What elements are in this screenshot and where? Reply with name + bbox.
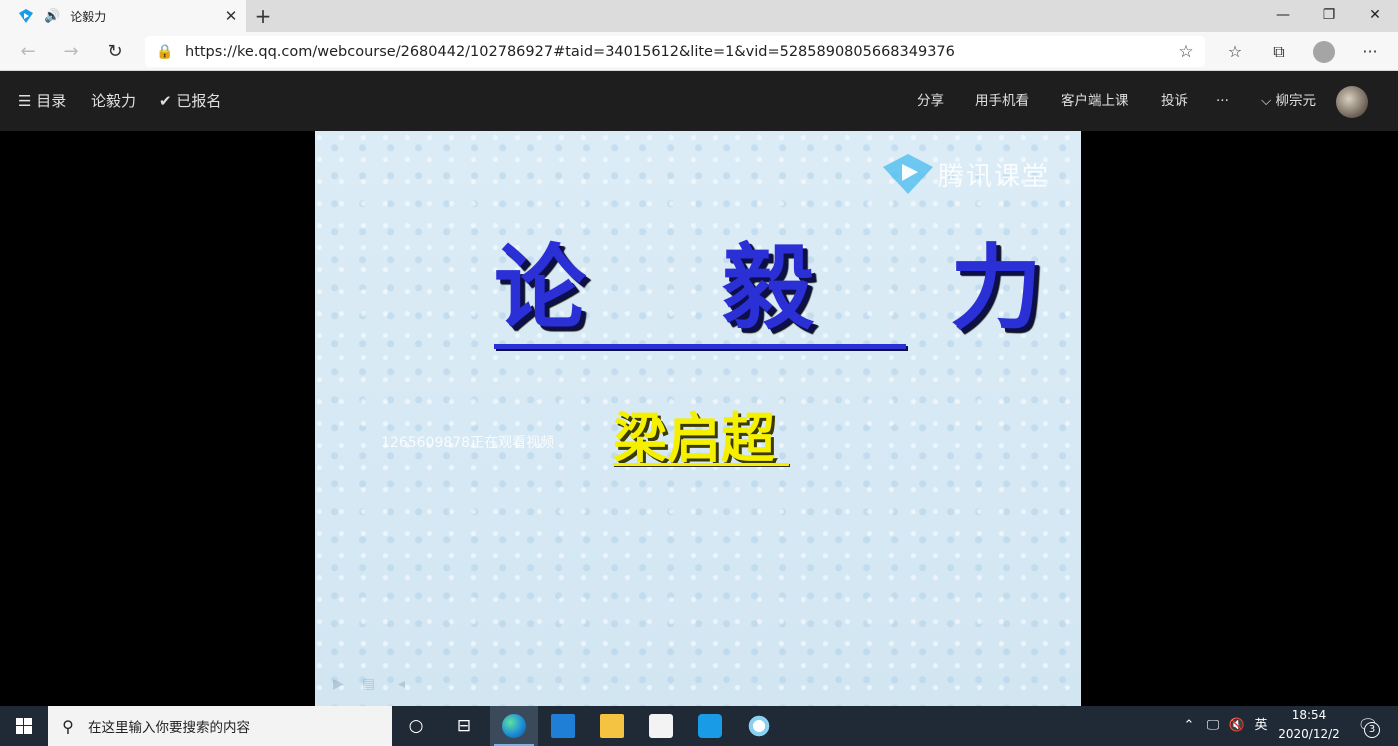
close-icon[interactable]: ✕ [1352, 0, 1398, 32]
new-tab-button[interactable]: + [250, 2, 276, 30]
browser-toolbar: ← → ↻ 🔒 https://ke.qq.com/webcourse/2680… [0, 32, 1398, 71]
mail-icon[interactable] [539, 706, 587, 746]
user-menu[interactable]: ⌵ 柳宗元 [1261, 71, 1316, 131]
tencent-classroom-app-icon[interactable] [686, 706, 734, 746]
title-underline [494, 344, 906, 349]
tab-title: 论毅力 [70, 9, 107, 24]
file-explorer-icon[interactable] [588, 706, 636, 746]
menu-label: 目录 [36, 92, 67, 110]
video-title: 论 毅 力 [494, 235, 1095, 342]
username: 柳宗元 [1275, 93, 1317, 109]
chevron-down-icon: ⌵ [1261, 93, 1272, 109]
cortana-icon[interactable]: ○ [392, 706, 440, 746]
speaker-icon[interactable]: 🔊 [44, 9, 60, 24]
enrolled-status: ✔ 已报名 [159, 71, 221, 131]
browser-tab-strip: 🔊 论毅力 ✕ + — ❐ ✕ [0, 0, 1398, 32]
enrolled-label: 已报名 [176, 92, 222, 110]
search-placeholder: 在这里输入你要搜索的内容 [88, 720, 250, 736]
url-text[interactable]: https://ke.qq.com/webcourse/2680442/1027… [185, 44, 1167, 60]
volume-muted-icon[interactable]: 🔇 [1226, 706, 1248, 746]
windows-start-icon[interactable] [0, 706, 48, 746]
viewer-watermark: 1265609878正在观看视频 [381, 435, 555, 451]
windows-taskbar: ⚲ 在这里输入你要搜索的内容 ○ ⊟ ⌃ 🖵 🔇 英 18:54 2020/12… [0, 706, 1398, 746]
forward-arrow-icon[interactable]: → [55, 36, 87, 68]
more-menu-icon[interactable]: ··· [1353, 36, 1387, 68]
microsoft-store-icon[interactable] [637, 706, 685, 746]
search-icon: ⚲ [62, 716, 74, 736]
subtitle-icon[interactable]: ▤ [362, 676, 375, 692]
lock-icon[interactable]: 🔒 [145, 44, 185, 60]
refresh-icon[interactable]: ↻ [99, 36, 131, 68]
edge-browser-icon[interactable] [490, 706, 538, 746]
tencent-classroom-icon [19, 9, 33, 23]
course-title: 论毅力 [91, 92, 137, 110]
checkmark-icon: ✔ [159, 92, 172, 110]
clock-time: 18:54 [1291, 708, 1327, 722]
task-view-icon[interactable]: ⊟ [440, 706, 488, 746]
collections-icon[interactable]: ⧉ [1262, 36, 1296, 68]
more-actions-button[interactable]: ··· [1216, 71, 1229, 131]
app-icon[interactable] [735, 706, 783, 746]
volume-icon[interactable]: ◂ [398, 676, 405, 692]
browser-tab-active[interactable]: 🔊 论毅力 ✕ [0, 0, 246, 32]
system-clock[interactable]: 18:54 2020/12/2 [1276, 706, 1342, 746]
client-class-button[interactable]: 客户端上课 [1061, 71, 1129, 131]
course-header: ☰ 目录 论毅力 ✔ 已报名 分享 用手机看 客户端上课 投诉 ··· ⌵ 柳宗… [0, 71, 1398, 131]
tab-close-icon[interactable]: ✕ [216, 7, 246, 25]
share-button[interactable]: 分享 [917, 71, 944, 131]
notification-count-badge: 3 [1364, 722, 1380, 738]
chevron-up-icon[interactable]: ⌃ [1178, 706, 1200, 746]
hamburger-icon: ☰ [18, 92, 32, 110]
browser-profile-avatar[interactable] [1313, 41, 1335, 63]
restore-icon[interactable]: ❐ [1306, 0, 1352, 32]
avatar[interactable] [1336, 86, 1368, 118]
watch-on-phone-button[interactable]: 用手机看 [975, 71, 1029, 131]
favorite-star-icon[interactable]: ☆ [1167, 42, 1205, 62]
report-button[interactable]: 投诉 [1161, 71, 1188, 131]
brand-watermark: 腾讯课堂 [938, 162, 1051, 192]
clock-date: 2020/12/2 [1278, 727, 1340, 741]
tencent-classroom-logo-icon [883, 154, 933, 194]
taskbar-search-box[interactable]: ⚲ 在这里输入你要搜索的内容 [48, 706, 392, 746]
address-bar[interactable]: 🔒 https://ke.qq.com/webcourse/2680442/10… [145, 36, 1205, 67]
favorites-icon[interactable]: ☆ [1218, 36, 1252, 68]
menu-button[interactable]: ☰ 目录 [18, 71, 66, 131]
author-underline [613, 463, 789, 466]
play-icon[interactable]: ▶ [333, 676, 344, 692]
back-arrow-icon[interactable]: ← [12, 36, 44, 68]
network-icon[interactable]: 🖵 [1202, 706, 1224, 746]
minimize-icon[interactable]: — [1260, 0, 1306, 32]
input-method-indicator[interactable]: 英 [1250, 706, 1272, 746]
